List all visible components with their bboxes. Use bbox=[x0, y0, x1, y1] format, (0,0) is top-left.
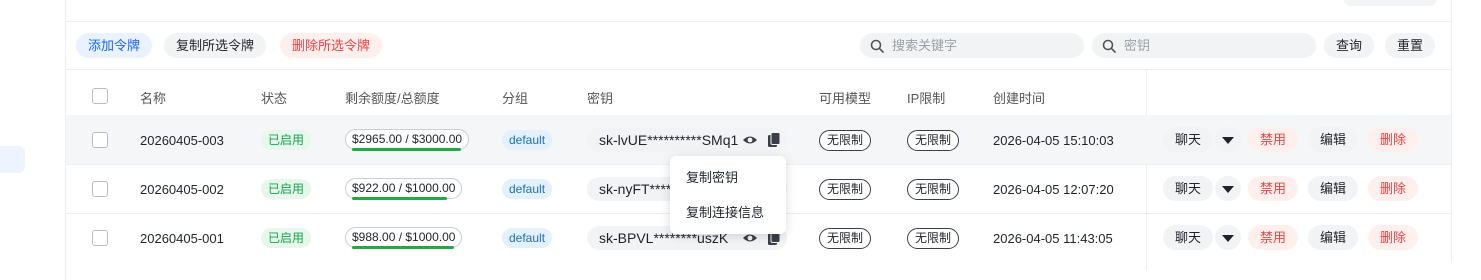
ip-limit-badge: 无限制 bbox=[907, 130, 960, 151]
reset-button[interactable]: 重置 bbox=[1385, 33, 1436, 58]
token-name: 20260405-002 bbox=[140, 182, 224, 197]
menu-item-copy-key[interactable]: 复制密钥 bbox=[670, 162, 786, 197]
status-badge: 已启用 bbox=[261, 179, 312, 199]
group-badge: default bbox=[502, 179, 553, 199]
top-action-button[interactable] bbox=[1343, 0, 1437, 6]
chat-button[interactable]: 聊天 bbox=[1163, 225, 1214, 250]
keyword-search-input[interactable] bbox=[892, 38, 1072, 53]
disable-button[interactable]: 禁用 bbox=[1248, 127, 1299, 152]
delete-button[interactable]: 删除 bbox=[1368, 176, 1419, 201]
quota-text: $2965.00 / $3000.00 bbox=[352, 132, 463, 146]
actions-column-divider bbox=[1146, 70, 1147, 270]
quota-pill: $922.00 / $1000.00 bbox=[345, 178, 463, 200]
edit-button[interactable]: 编辑 bbox=[1308, 127, 1359, 152]
key-field: sk-lvUE**********SMq1 bbox=[587, 128, 787, 152]
sidebar-active-item[interactable] bbox=[0, 146, 25, 173]
chat-dropdown-icon[interactable] bbox=[1215, 225, 1241, 250]
status-badge: 已启用 bbox=[261, 130, 312, 150]
copy-selected-tokens-button[interactable]: 复制所选令牌 bbox=[164, 33, 267, 58]
header-quota: 剩余额度/总额度 bbox=[345, 91, 440, 106]
token-name: 20260405-003 bbox=[140, 133, 224, 148]
edit-button[interactable]: 编辑 bbox=[1308, 176, 1359, 201]
group-badge: default bbox=[502, 228, 553, 248]
quota-text: $922.00 / $1000.00 bbox=[352, 181, 456, 195]
key-search[interactable] bbox=[1092, 33, 1316, 58]
disable-button[interactable]: 禁用 bbox=[1248, 176, 1299, 201]
quota-progress-bar bbox=[352, 197, 447, 200]
created-time: 2026-04-05 11:43:05 bbox=[993, 231, 1113, 246]
right-panel-edge bbox=[1451, 0, 1481, 263]
table-top-border bbox=[66, 69, 1451, 70]
header-status: 状态 bbox=[261, 91, 288, 106]
menu-item-copy-connection-info[interactable]: 复制连接信息 bbox=[670, 197, 786, 232]
quota-pill: $988.00 / $1000.00 bbox=[345, 227, 463, 249]
row-checkbox[interactable] bbox=[92, 230, 108, 246]
header-ip-limit: IP限制 bbox=[907, 91, 946, 106]
query-button[interactable]: 查询 bbox=[1324, 33, 1375, 58]
copy-options-menu: 复制密钥 复制连接信息 bbox=[670, 156, 786, 234]
created-time: 2026-04-05 15:10:03 bbox=[993, 133, 1114, 148]
ip-limit-badge: 无限制 bbox=[907, 228, 960, 249]
header-key: 密钥 bbox=[587, 91, 614, 106]
select-all-checkbox[interactable] bbox=[92, 88, 108, 104]
quota-text: $988.00 / $1000.00 bbox=[352, 230, 456, 244]
models-badge: 无限制 bbox=[819, 130, 872, 151]
chat-dropdown-icon[interactable] bbox=[1215, 127, 1241, 152]
key-text: sk-nyFT**** bbox=[599, 181, 672, 197]
quota-pill: $2965.00 / $3000.00 bbox=[345, 129, 470, 151]
key-search-input[interactable] bbox=[1124, 38, 1304, 53]
chat-button[interactable]: 聊天 bbox=[1163, 127, 1214, 152]
token-name: 20260405-001 bbox=[140, 231, 224, 246]
models-badge: 无限制 bbox=[819, 228, 872, 249]
search-icon bbox=[870, 39, 884, 53]
quota-progress-bar bbox=[352, 246, 454, 249]
keyword-search[interactable] bbox=[860, 33, 1084, 58]
header-name: 名称 bbox=[140, 91, 167, 106]
header-models: 可用模型 bbox=[819, 91, 872, 106]
header-group: 分组 bbox=[502, 91, 529, 106]
search-icon bbox=[1102, 39, 1116, 53]
key-text: sk-lvUE**********SMq1 bbox=[599, 132, 739, 148]
add-token-button[interactable]: 添加令牌 bbox=[76, 33, 153, 58]
ip-limit-badge: 无限制 bbox=[907, 179, 960, 200]
disable-button[interactable]: 禁用 bbox=[1248, 225, 1299, 250]
created-time: 2026-04-05 12:07:20 bbox=[993, 182, 1114, 197]
chat-button[interactable]: 聊天 bbox=[1163, 176, 1214, 201]
delete-button[interactable]: 删除 bbox=[1368, 225, 1419, 250]
status-badge: 已启用 bbox=[261, 228, 312, 248]
group-badge: default bbox=[502, 130, 553, 150]
header-created-time: 创建时间 bbox=[993, 91, 1046, 106]
delete-button[interactable]: 删除 bbox=[1368, 127, 1419, 152]
models-badge: 无限制 bbox=[819, 179, 872, 200]
header-divider bbox=[66, 21, 1451, 22]
chat-dropdown-icon[interactable] bbox=[1215, 176, 1241, 201]
delete-selected-tokens-button[interactable]: 删除所选令牌 bbox=[280, 33, 383, 58]
eye-icon[interactable] bbox=[742, 133, 758, 147]
edit-button[interactable]: 编辑 bbox=[1308, 225, 1359, 250]
row-checkbox[interactable] bbox=[92, 181, 108, 197]
copy-icon[interactable] bbox=[767, 132, 781, 148]
quota-progress-bar bbox=[352, 148, 461, 151]
row-checkbox[interactable] bbox=[92, 132, 108, 148]
